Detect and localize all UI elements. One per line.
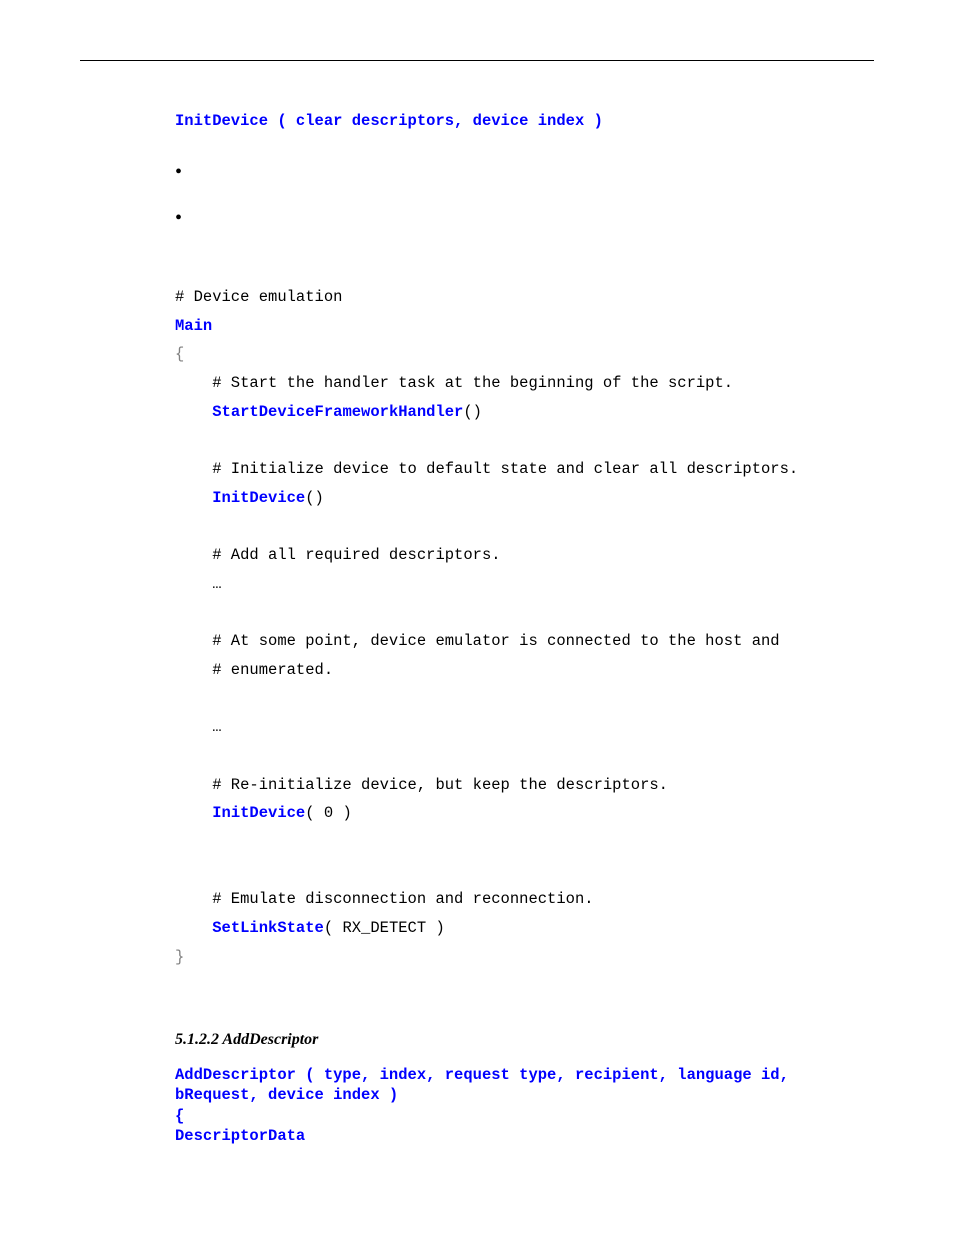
code-args: ( 0 ) bbox=[305, 804, 352, 822]
sig-line: bRequest, device index ) bbox=[175, 1086, 398, 1104]
bullet-item bbox=[175, 159, 854, 177]
code-comment: # Device emulation bbox=[175, 288, 342, 306]
code-function-call: InitDevice bbox=[212, 489, 305, 507]
code-comment: # Initialize device to default state and… bbox=[175, 460, 798, 478]
code-args: ( RX_DETECT ) bbox=[324, 919, 445, 937]
code-function-call: StartDeviceFrameworkHandler bbox=[212, 403, 463, 421]
sig-field: DescriptorData bbox=[175, 1127, 305, 1145]
code-comment: # At some point, device emulator is conn… bbox=[175, 632, 780, 650]
code-comment: # Add all required descriptors. bbox=[175, 546, 501, 564]
code-brace-open: { bbox=[175, 345, 184, 363]
code-ellipsis: … bbox=[175, 718, 222, 736]
header-rule bbox=[80, 60, 874, 61]
sig-line: AddDescriptor ( type, index, request typ… bbox=[175, 1066, 789, 1084]
code-comment: # enumerated. bbox=[175, 661, 333, 679]
code-indent bbox=[175, 919, 212, 937]
code-comment: # Emulate disconnection and reconnection… bbox=[175, 890, 594, 908]
code-ellipsis: … bbox=[175, 575, 222, 593]
code-function-call: SetLinkState bbox=[212, 919, 324, 937]
code-indent bbox=[175, 804, 212, 822]
section-heading-adddescriptor: 5.1.2.2 AddDescriptor bbox=[175, 1031, 854, 1049]
function-signature-initdevice: InitDevice ( clear descriptors, device i… bbox=[175, 111, 854, 131]
function-signature-adddescriptor: AddDescriptor ( type, index, request typ… bbox=[175, 1065, 854, 1146]
code-brace-close: } bbox=[175, 948, 184, 966]
code-indent bbox=[175, 489, 212, 507]
code-comment: # Re-initialize device, but keep the des… bbox=[175, 776, 668, 794]
code-parens: () bbox=[463, 403, 482, 421]
bullet-item bbox=[175, 205, 854, 223]
code-example: # Device emulation Main { # Start the ha… bbox=[175, 283, 854, 971]
code-function-call: InitDevice bbox=[212, 804, 305, 822]
code-parens: () bbox=[305, 489, 324, 507]
code-keyword-main: Main bbox=[175, 317, 212, 335]
code-indent bbox=[175, 403, 212, 421]
bullet-list bbox=[175, 159, 854, 223]
code-comment: # Start the handler task at the beginnin… bbox=[175, 374, 733, 392]
content-area: InitDevice ( clear descriptors, device i… bbox=[175, 111, 854, 1146]
sig-brace: { bbox=[175, 1107, 184, 1125]
page: InitDevice ( clear descriptors, device i… bbox=[0, 0, 954, 1235]
